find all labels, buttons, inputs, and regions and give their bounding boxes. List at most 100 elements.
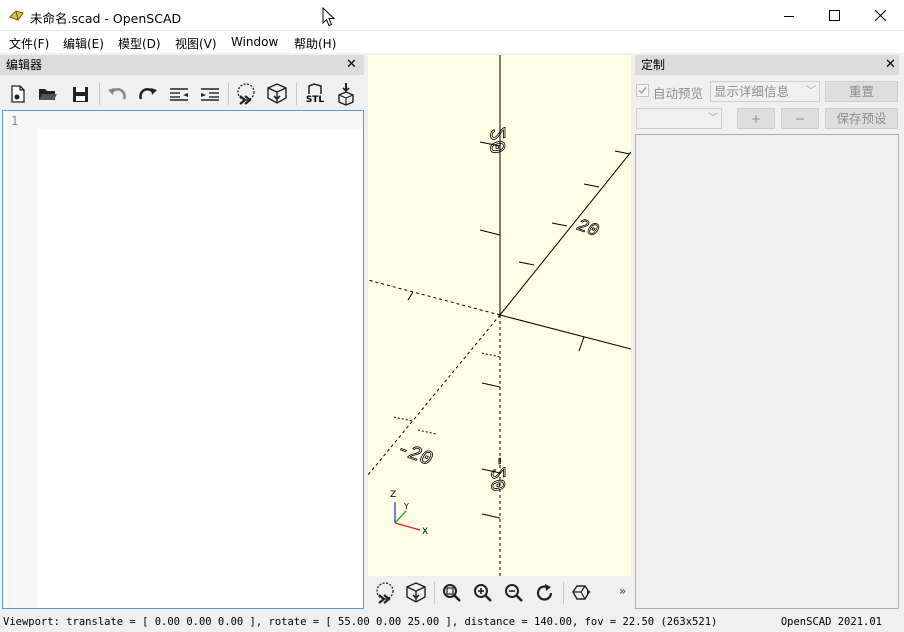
auto-preview-label: 自动预览 xyxy=(653,86,704,101)
zoom-all-icon xyxy=(443,584,461,602)
z-tick xyxy=(481,382,501,388)
viewport-toolbar: » xyxy=(368,576,631,610)
axis-label-z-positive: 20 xyxy=(487,127,512,153)
version-label: OpenSCAD 2021.01 xyxy=(780,616,882,628)
open-file-icon xyxy=(39,89,57,100)
indent-button[interactable] xyxy=(197,81,223,107)
undo-button[interactable] xyxy=(104,81,130,107)
z-tick xyxy=(479,229,501,236)
minimize-icon xyxy=(784,15,794,17)
y-tick-negative xyxy=(481,352,501,358)
send-to-print-icon xyxy=(338,83,354,106)
toolbar-separator xyxy=(296,83,297,105)
axis-label-z-negative: -20 xyxy=(489,455,512,491)
y-tick xyxy=(518,261,535,266)
preset-select[interactable]: ﹀ xyxy=(636,108,722,129)
preview-icon xyxy=(376,582,394,604)
view-cube-button[interactable] xyxy=(568,580,594,606)
render-icon xyxy=(267,83,287,104)
menu-edit[interactable]: 编辑(E) xyxy=(63,35,104,52)
maximize-icon xyxy=(828,10,840,21)
3d-viewport[interactable]: 20 20 -20 -20 Z Y X xyxy=(368,55,631,576)
viewport-status-text: Viewport: translate = [ 0.00 0.00 0.00 ]… xyxy=(3,616,718,628)
indent-icon xyxy=(201,88,219,101)
auto-preview-checkbox[interactable] xyxy=(636,84,649,97)
gizmo-z-label: Z xyxy=(390,490,396,500)
zoom-out-icon xyxy=(505,584,523,602)
line-number-gutter: 1 xyxy=(3,111,37,608)
send-to-print-button[interactable] xyxy=(333,81,359,107)
y-tick xyxy=(583,183,600,188)
undo-icon xyxy=(108,88,126,100)
preview-button[interactable] xyxy=(233,81,259,107)
toolbar-separator xyxy=(228,83,229,105)
menu-view[interactable]: 视图(V) xyxy=(175,35,217,52)
mouse-cursor-icon xyxy=(322,7,335,27)
gizmo-y-label: Y xyxy=(403,502,409,511)
toolbar-separator xyxy=(563,582,564,604)
menu-design[interactable]: 模型(D) xyxy=(118,35,161,52)
reset-view-button[interactable] xyxy=(532,580,558,606)
render-button[interactable] xyxy=(264,81,290,107)
detail-level-select[interactable]: 显示详细信息 ﹀ xyxy=(710,81,820,102)
zoom-out-button[interactable] xyxy=(501,580,527,606)
view-cube-icon xyxy=(572,585,591,600)
y-tick xyxy=(551,222,568,227)
save-button[interactable] xyxy=(67,81,93,107)
chevron-down-icon: ﹀ xyxy=(806,86,816,97)
minimize-button[interactable] xyxy=(766,0,812,31)
menu-window[interactable]: Window xyxy=(231,35,278,49)
editor-toolbar: STL xyxy=(0,77,364,109)
customizer-dock-close-button[interactable]: ✕ xyxy=(885,58,896,72)
close-icon xyxy=(874,10,886,21)
viewport-axes: 20 20 -20 -20 Z Y X xyxy=(368,55,631,576)
new-file-icon xyxy=(11,85,25,103)
unindent-button[interactable] xyxy=(166,81,192,107)
status-bar: Viewport: translate = [ 0.00 0.00 0.00 ]… xyxy=(0,612,904,632)
add-preset-button[interactable]: + xyxy=(737,108,775,129)
x-axis-negative xyxy=(368,279,501,316)
new-file-button[interactable] xyxy=(5,81,31,107)
vp-preview-button[interactable] xyxy=(372,580,398,606)
editor-dock-title: 编辑器 xyxy=(0,55,364,75)
editor-title: 编辑器 xyxy=(6,58,43,72)
preview-icon xyxy=(237,83,255,105)
editor-dock-close-button[interactable]: ✕ xyxy=(346,58,357,72)
unindent-icon xyxy=(170,88,188,101)
customizer-title: 定制 xyxy=(641,58,666,72)
line-number: 1 xyxy=(11,114,19,128)
x-tick xyxy=(578,336,585,352)
title-bar: 未命名.scad - OpenSCAD xyxy=(0,0,904,31)
checkmark-icon xyxy=(638,87,647,95)
menu-file[interactable]: 文件(F) xyxy=(9,35,49,52)
export-stl-icon xyxy=(308,83,322,94)
remove-preset-button[interactable]: − xyxy=(781,108,819,129)
axis-orientation-gizmo: Z Y X xyxy=(390,490,428,537)
window-title: 未命名.scad - OpenSCAD xyxy=(30,11,182,26)
reset-button[interactable]: 重置 xyxy=(825,81,898,102)
y-axis-positive xyxy=(499,151,631,316)
save-preset-button[interactable]: 保存预设 xyxy=(825,108,898,129)
maximize-button[interactable] xyxy=(811,0,857,31)
menu-help[interactable]: 帮助(H) xyxy=(294,35,336,52)
customizer-parameter-panel xyxy=(635,134,899,609)
chevron-down-icon: ﹀ xyxy=(708,113,718,124)
zoom-all-button[interactable] xyxy=(439,580,465,606)
customizer-dock-title: 定制 xyxy=(635,55,899,75)
stl-label: STL xyxy=(305,95,325,105)
close-button[interactable] xyxy=(857,0,903,31)
menu-bar: 文件(F) 编辑(E) 模型(D) 视图(V) Window 帮助(H) xyxy=(0,31,904,53)
redo-button[interactable] xyxy=(135,81,161,107)
open-file-button[interactable] xyxy=(35,81,61,107)
export-stl-button[interactable]: STL xyxy=(302,81,328,107)
code-editor[interactable]: 1 xyxy=(2,110,364,609)
x-axis-positive xyxy=(499,314,631,350)
vp-render-button[interactable] xyxy=(403,580,429,606)
redo-icon xyxy=(139,88,157,100)
zoom-in-button[interactable] xyxy=(470,580,496,606)
toolbar-overflow-button[interactable]: » xyxy=(619,584,626,598)
y-tick-negative xyxy=(417,429,437,435)
detail-level-value: 显示详细信息 xyxy=(714,84,790,99)
save-icon xyxy=(72,86,88,102)
render-icon xyxy=(406,582,426,603)
